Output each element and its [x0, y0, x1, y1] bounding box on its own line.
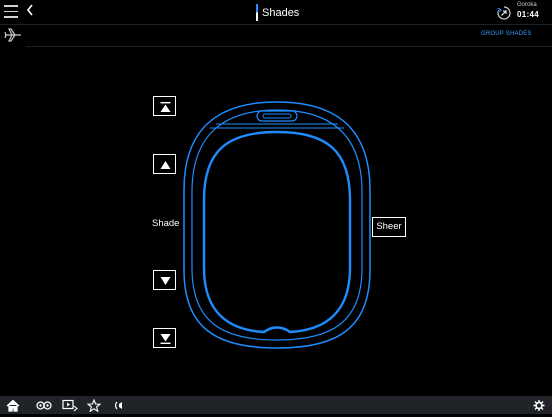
airplane-icon: [4, 27, 22, 43]
back-chevron-icon[interactable]: [26, 3, 34, 21]
arrow-down-icon: [160, 277, 171, 285]
full-open-arrow-icon: [160, 102, 171, 112]
page-title-wrap: Shades: [256, 4, 299, 21]
shade-up-button[interactable]: [153, 154, 176, 174]
media-icon[interactable]: [36, 399, 52, 412]
flight-clock-icon[interactable]: [497, 6, 511, 20]
shade-full-open-button[interactable]: [153, 96, 176, 116]
shade-down-button[interactable]: [153, 270, 176, 290]
location-label: Goroka: [517, 2, 537, 8]
audio-icon[interactable]: [113, 399, 127, 412]
gear-icon[interactable]: [532, 399, 546, 412]
group-shades-link[interactable]: GROUP SHADES: [481, 31, 532, 37]
page-title: Shades: [262, 6, 300, 19]
menu-icon[interactable]: [4, 5, 18, 18]
sheer-button[interactable]: Sheer: [372, 217, 406, 237]
home-icon[interactable]: [6, 399, 20, 412]
video-icon[interactable]: [62, 399, 78, 412]
bottom-nav-bar: [0, 396, 552, 414]
shade-full-close-button[interactable]: [153, 328, 176, 348]
title-accent-bar: [256, 4, 258, 21]
header-divider: [0, 24, 552, 25]
full-close-arrow-icon: [160, 334, 171, 344]
arrow-up-icon: [160, 161, 171, 169]
subheader-divider: [26, 46, 552, 47]
cabin-window-graphic: [180, 100, 374, 350]
time-label: 01:44: [517, 10, 539, 19]
star-icon[interactable]: [86, 398, 102, 413]
shade-label: Shade: [152, 218, 180, 229]
